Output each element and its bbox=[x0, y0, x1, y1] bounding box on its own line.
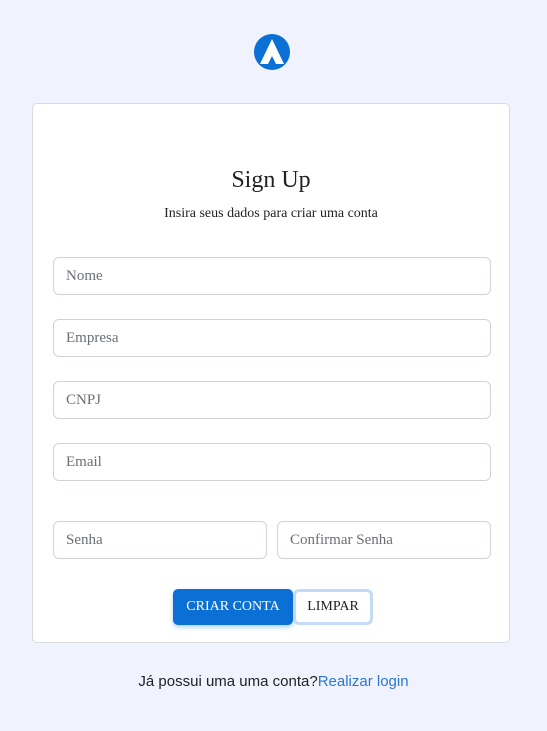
name-input[interactable] bbox=[53, 257, 491, 295]
page-subtitle: Insira seus dados para criar uma conta bbox=[164, 206, 378, 221]
mountain-logo-icon bbox=[254, 34, 290, 70]
password-input[interactable] bbox=[53, 521, 267, 559]
clear-button[interactable]: LIMPAR bbox=[293, 589, 373, 625]
login-prompt: Já possui uma uma conta?Realizar login bbox=[0, 672, 547, 692]
page-title: Sign Up bbox=[231, 167, 311, 193]
company-input[interactable] bbox=[53, 319, 491, 357]
login-link[interactable]: Realizar login bbox=[318, 673, 409, 690]
create-account-button[interactable]: CRIAR CONTA bbox=[173, 589, 293, 625]
login-prompt-text: Já possui uma uma conta? bbox=[138, 673, 318, 690]
signup-card: Sign Up Insira seus dados para criar uma… bbox=[32, 103, 510, 643]
cnpj-input[interactable] bbox=[53, 381, 491, 419]
email-input[interactable] bbox=[53, 443, 491, 481]
confirm-password-input[interactable] bbox=[277, 521, 491, 559]
